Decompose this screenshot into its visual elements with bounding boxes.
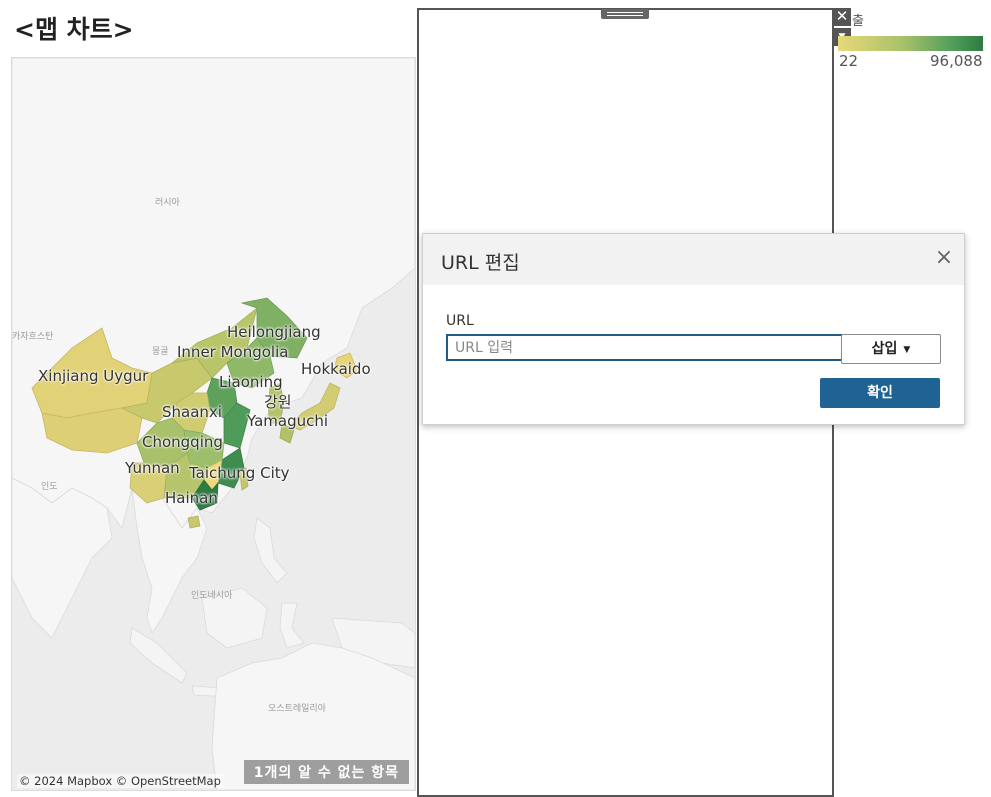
sheet-title: <맵 차트>: [14, 15, 134, 44]
map-view[interactable]: 러시아 몽골 카자흐스탄 인도 인도네시아 오스트레일리아 Heilongjia…: [11, 57, 416, 791]
dialog-title: URL 편집: [441, 252, 520, 274]
unknown-items-indicator[interactable]: 1개의 알 수 없는 항목: [243, 760, 409, 784]
region-label-hainan: Hainan: [165, 489, 218, 507]
legend-color-ramp: [838, 36, 983, 51]
country-label-indonesia: 인도네시아: [191, 591, 233, 601]
region-label-liaoning: Liaoning: [219, 373, 283, 391]
region-label-gangwon: 강원: [264, 393, 292, 411]
chevron-down-icon: ▼: [903, 345, 911, 355]
country-label-kazakhstan: 카자흐스탄: [12, 332, 54, 342]
legend-title: 출: [852, 14, 864, 29]
close-icon[interactable]: ×: [934, 247, 954, 269]
url-field-label: URL: [446, 313, 474, 329]
region-label-shaanxi: Shaanxi: [162, 403, 222, 421]
url-input[interactable]: [446, 334, 844, 361]
region-label-inner-mongolia: Inner Mongolia: [177, 343, 289, 361]
confirm-button[interactable]: 확인: [820, 378, 940, 408]
region-label-yamaguchi: Yamaguchi: [247, 412, 329, 430]
region-hainan[interactable]: [187, 515, 201, 529]
region-label-chongqing: Chongqing: [142, 433, 223, 451]
country-label-australia: 오스트레일리아: [268, 704, 326, 714]
insert-button-label: 삽입: [871, 341, 898, 357]
map-attribution[interactable]: © 2024 Mapbox © OpenStreetMap: [17, 774, 223, 788]
edit-url-dialog: URL 편집 × URL 삽입 ▼ 확인: [422, 233, 965, 425]
country-label-mongolia: 몽골: [152, 347, 169, 357]
region-label-hokkaido: Hokkaido: [301, 360, 371, 378]
object-close-button[interactable]: ✕: [833, 8, 851, 26]
region-label-yunnan: Yunnan: [125, 459, 180, 477]
region-label-xinjiang: Xinjiang Uygur: [38, 367, 149, 385]
country-label-india: 인도: [41, 482, 58, 492]
insert-dropdown-button[interactable]: 삽입 ▼: [841, 334, 941, 364]
region-label-taichung: Taichung City: [189, 464, 290, 482]
region-label-heilongjiang: Heilongjiang: [227, 323, 321, 341]
map-canvas: [12, 58, 415, 790]
dialog-header: URL 편집 ×: [423, 234, 964, 285]
legend-max-value: 96,088: [930, 52, 983, 70]
drag-handle[interactable]: [601, 9, 649, 19]
legend-min-value: 22: [839, 52, 859, 70]
country-label-russia: 러시아: [155, 198, 180, 208]
